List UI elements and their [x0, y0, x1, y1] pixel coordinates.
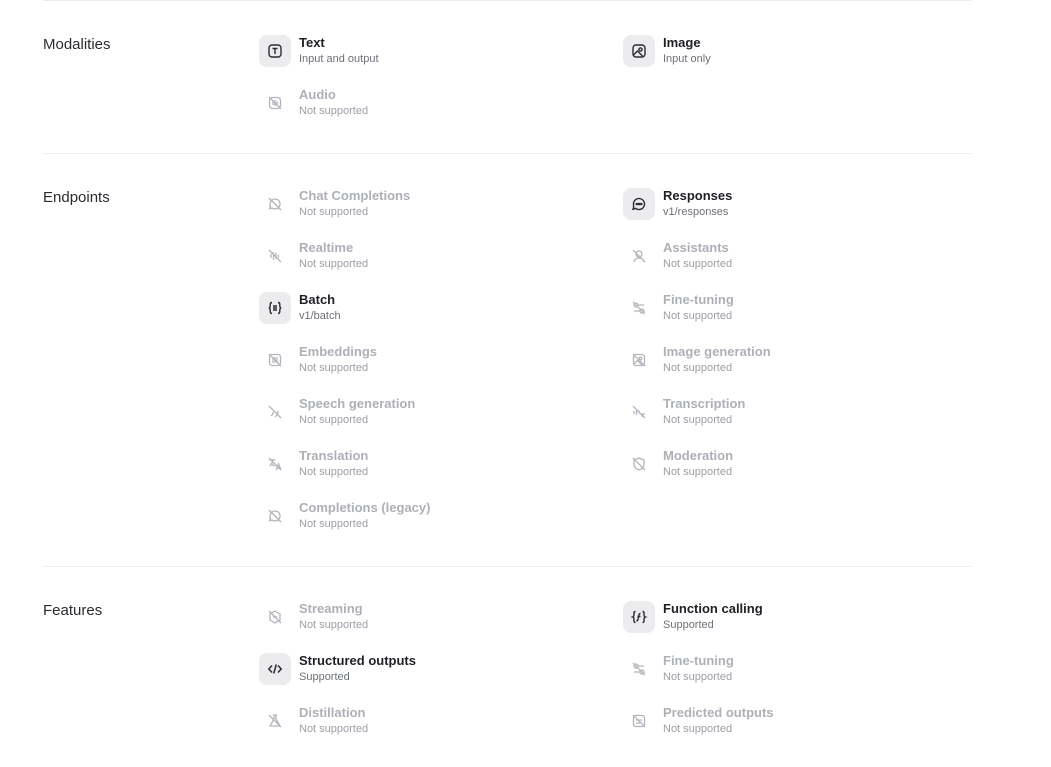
realtime-off-icon — [259, 240, 291, 272]
fine-tuning-off-icon — [623, 292, 655, 324]
modality-image: Image Input only — [623, 35, 953, 71]
completions-off-icon — [259, 500, 291, 532]
endpoint-assistants: Assistants Not supported — [623, 240, 953, 276]
modality-text: Text Input and output — [259, 35, 589, 71]
feature-function-calling: Function calling Supported — [623, 601, 953, 637]
translation-off-icon — [259, 448, 291, 480]
endpoint-transcription: Transcription Not supported — [623, 396, 953, 432]
features-title: Features — [43, 602, 103, 619]
transcription-off-icon — [623, 396, 655, 428]
divider-modalities — [43, 153, 971, 154]
batch-icon — [259, 292, 291, 324]
image-icon — [623, 35, 655, 67]
endpoint-completions-legacy: Completions (legacy) Not supported — [259, 500, 589, 536]
endpoint-responses: Responses v1/responses — [623, 188, 953, 224]
divider-endpoints — [43, 566, 971, 567]
endpoint-fine-tuning: Fine-tuning Not supported — [623, 292, 953, 328]
feature-streaming: Streaming Not supported — [259, 601, 589, 637]
predicted-off-icon — [623, 705, 655, 737]
speech-off-icon — [259, 396, 291, 428]
feature-distillation: Distillation Not supported — [259, 705, 589, 741]
fine-tuning-off-icon — [623, 653, 655, 685]
endpoint-moderation: Moderation Not supported — [623, 448, 953, 484]
modality-audio: Audio Not supported — [259, 87, 589, 123]
image-generation-off-icon — [623, 344, 655, 376]
text-icon — [259, 35, 291, 67]
feature-predicted-outputs: Predicted outputs Not supported — [623, 705, 953, 741]
endpoint-translation: Translation Not supported — [259, 448, 589, 484]
distillation-off-icon — [259, 705, 291, 737]
top-divider — [43, 0, 971, 1]
audio-off-icon — [259, 87, 291, 119]
feature-structured-outputs: Structured outputs Supported — [259, 653, 589, 689]
feature-fine-tuning: Fine-tuning Not supported — [623, 653, 953, 689]
endpoint-chat-completions: Chat Completions Not supported — [259, 188, 589, 224]
chat-off-icon — [259, 188, 291, 220]
endpoint-realtime: Realtime Not supported — [259, 240, 589, 276]
endpoint-embeddings: Embeddings Not supported — [259, 344, 589, 380]
endpoint-image-generation: Image generation Not supported — [623, 344, 953, 380]
chat-icon — [623, 188, 655, 220]
moderation-off-icon — [623, 448, 655, 480]
endpoints-title: Endpoints — [43, 189, 110, 206]
modalities-title: Modalities — [43, 36, 111, 53]
code-icon — [259, 653, 291, 685]
function-icon — [623, 601, 655, 633]
endpoint-speech-generation: Speech generation Not supported — [259, 396, 589, 432]
embeddings-off-icon — [259, 344, 291, 376]
assistants-off-icon — [623, 240, 655, 272]
endpoint-batch: Batch v1/batch — [259, 292, 589, 328]
streaming-off-icon — [259, 601, 291, 633]
